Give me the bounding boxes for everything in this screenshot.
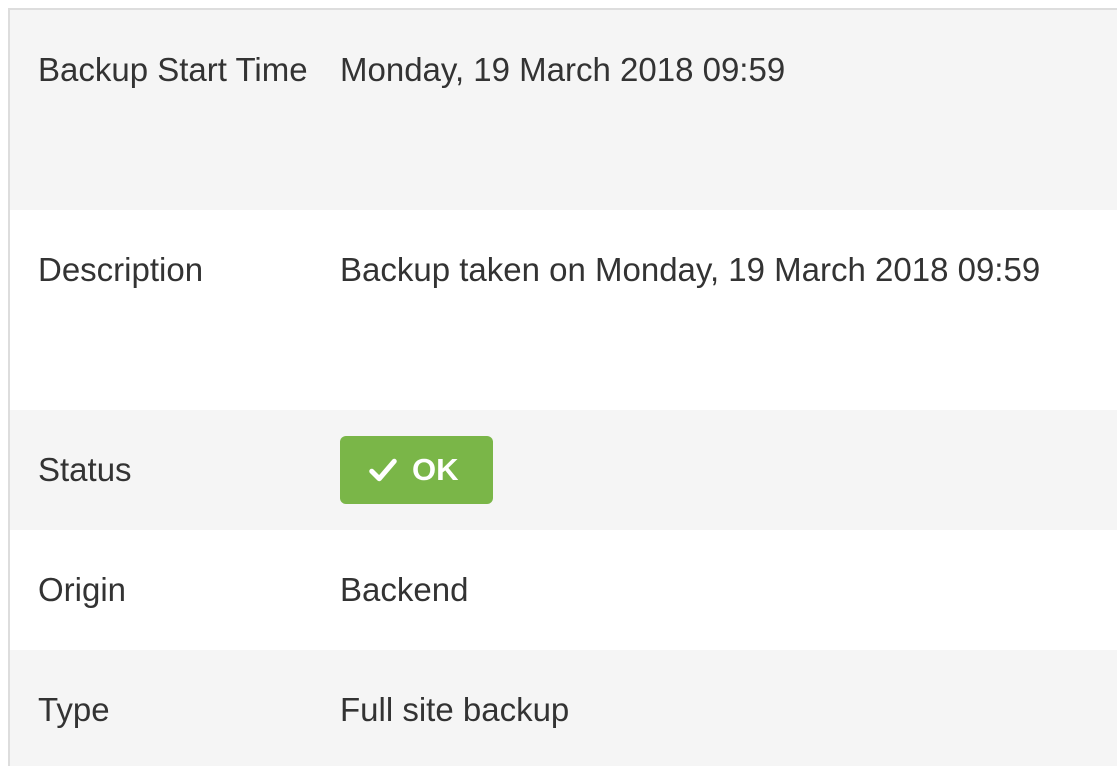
- row-description: Description Backup taken on Monday, 19 M…: [10, 210, 1117, 410]
- label-backup-start-time: Backup Start Time: [38, 51, 308, 88]
- label-origin: Origin: [38, 571, 127, 608]
- row-type: Type Full site backup: [10, 650, 1117, 766]
- value-type: Full site backup: [340, 691, 570, 728]
- value-description: Backup taken on Monday, 19 March 2018 09…: [340, 251, 1041, 288]
- label-description: Description: [38, 251, 204, 288]
- row-status: Status OK: [10, 410, 1117, 530]
- value-status: OK: [340, 430, 1117, 510]
- status-badge: OK: [340, 436, 493, 504]
- check-icon: [369, 458, 397, 482]
- row-backup-start-time: Backup Start Time Monday, 19 March 2018 …: [10, 10, 1117, 210]
- status-badge-text: OK: [412, 452, 459, 487]
- label-status: Status: [38, 451, 132, 488]
- value-backup-start-time: Monday, 19 March 2018 09:59: [340, 51, 786, 88]
- label-type: Type: [38, 691, 110, 728]
- backup-details-table: Backup Start Time Monday, 19 March 2018 …: [8, 8, 1117, 766]
- value-origin: Backend: [340, 571, 469, 608]
- row-origin: Origin Backend: [10, 530, 1117, 650]
